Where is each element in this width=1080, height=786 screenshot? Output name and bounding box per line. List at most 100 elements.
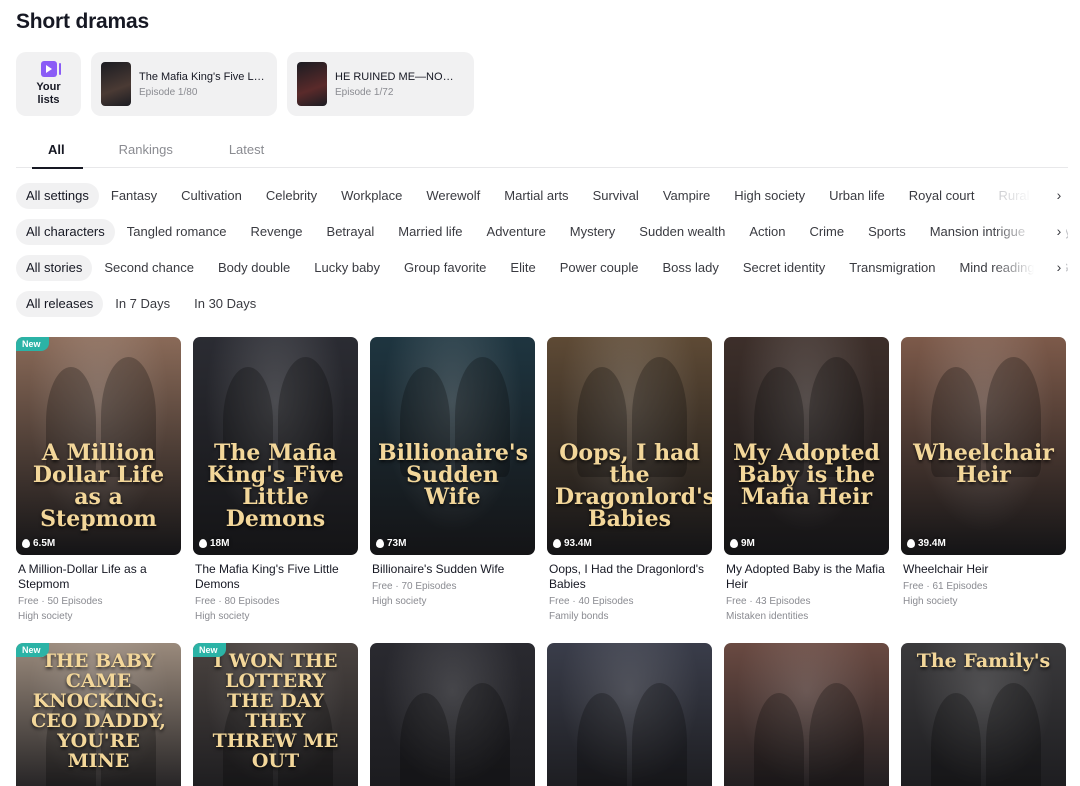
filter-chip[interactable]: Crime — [797, 219, 856, 245]
drama-tag[interactable]: Mistaken identities — [724, 609, 889, 624]
filter-chip[interactable]: Boss lady — [650, 255, 730, 281]
drama-poster[interactable]: I WON THE LOTTERY THE DAY THEY THREW ME … — [193, 643, 358, 786]
drama-tag[interactable]: Family bonds — [547, 609, 712, 624]
chevron-right-icon[interactable]: › — [1052, 218, 1066, 246]
view-count-value: 6.5M — [33, 538, 56, 549]
filter-chip-all[interactable]: All releases — [16, 291, 104, 317]
drama-tag[interactable]: High society — [370, 594, 535, 609]
filter-chip[interactable]: In 7 Days — [103, 291, 182, 317]
filter-chip[interactable]: Urban life — [817, 183, 897, 209]
filter-chip[interactable]: Sudden wealth — [627, 219, 737, 245]
drama-poster[interactable]: THE BABY CAME KNOCKING: CEO DADDY, YOU'R… — [16, 643, 181, 786]
filter-chip-all[interactable]: All stories — [16, 255, 93, 281]
filter-chip[interactable]: Adventure — [475, 219, 558, 245]
filter-chip[interactable]: Lucky baby — [302, 255, 392, 281]
view-count: 93.4M — [553, 538, 592, 549]
drama-poster[interactable]: Wheelchair Heir 39.4M — [901, 337, 1066, 555]
drama-poster[interactable]: My Adopted Baby is the Mafia Heir 9M — [724, 337, 889, 555]
page-title: Short dramas — [16, 10, 149, 33]
new-badge: New — [16, 337, 49, 351]
filter-chip-all[interactable]: All settings — [16, 183, 99, 209]
continue-watching-row: Your lists The Mafia King's Five Litt...… — [16, 52, 474, 116]
drama-title[interactable]: Oops, I Had the Dragonlord's Babies — [547, 562, 712, 592]
filter-chip[interactable]: Tangled romance — [115, 219, 239, 245]
drama-card[interactable]: THE BABY CAME KNOCKING: CEO DADDY, YOU'R… — [16, 643, 181, 786]
filter-chip[interactable]: Survival — [581, 183, 651, 209]
filter-chip[interactable]: Group favorite — [392, 255, 498, 281]
filter-chip[interactable]: Married life — [386, 219, 474, 245]
filter-chip[interactable]: Royal court — [897, 183, 987, 209]
drama-card[interactable]: A Million Dollar Life as a Stepmom New 6… — [16, 337, 181, 643]
drama-card[interactable]: Wheelchair Heir 39.4M Wheelchair Heir Fr… — [901, 337, 1066, 643]
filter-chip[interactable]: Vampire — [651, 183, 722, 209]
drama-card[interactable]: Billionaire's Sudden Wife 73M Billionair… — [370, 337, 535, 643]
flame-icon — [22, 539, 30, 548]
filter-row-releases: All releases In 7 Days In 30 Days — [16, 290, 1068, 318]
drama-poster[interactable]: The Family's — [901, 643, 1066, 786]
filter-chip[interactable]: Second chance — [92, 255, 206, 281]
poster-title-art: The Family's — [916, 650, 1051, 672]
filter-chip[interactable]: Celebrity — [254, 183, 329, 209]
filter-chip[interactable]: Mystery — [558, 219, 628, 245]
drama-poster[interactable]: Oops, I had the Dragonlord's Babies 93.4… — [547, 337, 712, 555]
poster-title-art: Wheelchair Heir — [913, 439, 1054, 488]
filter-chip[interactable]: High society — [722, 183, 817, 209]
drama-card[interactable] — [547, 643, 712, 786]
drama-poster[interactable] — [547, 643, 712, 786]
drama-meta: Free · 61 Episodes — [903, 581, 988, 592]
filter-chip[interactable]: Betrayal — [315, 219, 387, 245]
filter-chip[interactable]: Workplace — [329, 183, 414, 209]
filter-chip[interactable]: Secret identity — [731, 255, 837, 281]
drama-tag[interactable]: High society — [16, 609, 181, 624]
poster-figure — [754, 693, 804, 786]
recent-drama-title: HE RUINED ME—NOW H... — [335, 70, 463, 83]
flame-icon — [907, 539, 915, 548]
filter-chip[interactable]: Action — [737, 219, 797, 245]
new-badge: New — [193, 643, 226, 657]
drama-card[interactable]: I WON THE LOTTERY THE DAY THEY THREW ME … — [193, 643, 358, 786]
your-lists-button[interactable]: Your lists — [16, 52, 81, 116]
recent-drama-card[interactable]: HE RUINED ME—NOW H... Episode 1/72 — [287, 52, 474, 116]
drama-title[interactable]: A Million-Dollar Life as a Stepmom — [16, 562, 181, 592]
filter-chip[interactable]: Sports — [856, 219, 918, 245]
drama-card[interactable] — [724, 643, 889, 786]
drama-card[interactable]: Oops, I had the Dragonlord's Babies 93.4… — [547, 337, 712, 643]
drama-title[interactable]: Wheelchair Heir — [901, 562, 1066, 577]
view-count-value: 18M — [210, 538, 230, 549]
drama-poster[interactable]: A Million Dollar Life as a Stepmom New 6… — [16, 337, 181, 555]
chevron-right-icon[interactable]: › — [1052, 254, 1066, 282]
flame-icon — [553, 539, 561, 548]
filter-chip[interactable]: Revenge — [238, 219, 314, 245]
recent-drama-card[interactable]: The Mafia King's Five Litt... Episode 1/… — [91, 52, 277, 116]
drama-poster[interactable] — [370, 643, 535, 786]
filter-chip[interactable]: Body double — [206, 255, 302, 281]
tab-latest[interactable]: Latest — [213, 132, 280, 168]
drama-card[interactable]: The Mafia King's Five Little Demons 18M … — [193, 337, 358, 643]
poster-figure — [931, 693, 981, 786]
drama-card[interactable]: The Family's — [901, 643, 1066, 786]
tab-rankings[interactable]: Rankings — [103, 132, 189, 168]
filter-chip[interactable]: Cultivation — [169, 183, 254, 209]
filter-chip[interactable]: Elite — [498, 255, 547, 281]
filter-chip[interactable]: Martial arts — [492, 183, 580, 209]
drama-poster[interactable] — [724, 643, 889, 786]
drama-tag[interactable]: High society — [193, 609, 358, 624]
tab-all[interactable]: All — [16, 132, 89, 169]
poster-figure — [632, 683, 687, 786]
row-fade — [992, 182, 1052, 210]
filter-chip[interactable]: Fantasy — [99, 183, 169, 209]
filter-chip[interactable]: Transmigration — [837, 255, 947, 281]
drama-title[interactable]: The Mafia King's Five Little Demons — [193, 562, 358, 592]
chevron-right-icon[interactable]: › — [1052, 182, 1066, 210]
filter-chip[interactable]: Werewolf — [414, 183, 492, 209]
filter-chip-all[interactable]: All characters — [16, 219, 115, 245]
drama-title[interactable]: My Adopted Baby is the Mafia Heir — [724, 562, 889, 592]
drama-tag[interactable]: High society — [901, 594, 1066, 609]
drama-card[interactable]: My Adopted Baby is the Mafia Heir 9M My … — [724, 337, 889, 643]
drama-poster[interactable]: Billionaire's Sudden Wife 73M — [370, 337, 535, 555]
drama-title[interactable]: Billionaire's Sudden Wife — [370, 562, 535, 577]
filter-chip[interactable]: Power couple — [548, 255, 651, 281]
drama-poster[interactable]: The Mafia King's Five Little Demons 18M — [193, 337, 358, 555]
filter-chip[interactable]: In 30 Days — [182, 291, 268, 317]
drama-card[interactable] — [370, 643, 535, 786]
